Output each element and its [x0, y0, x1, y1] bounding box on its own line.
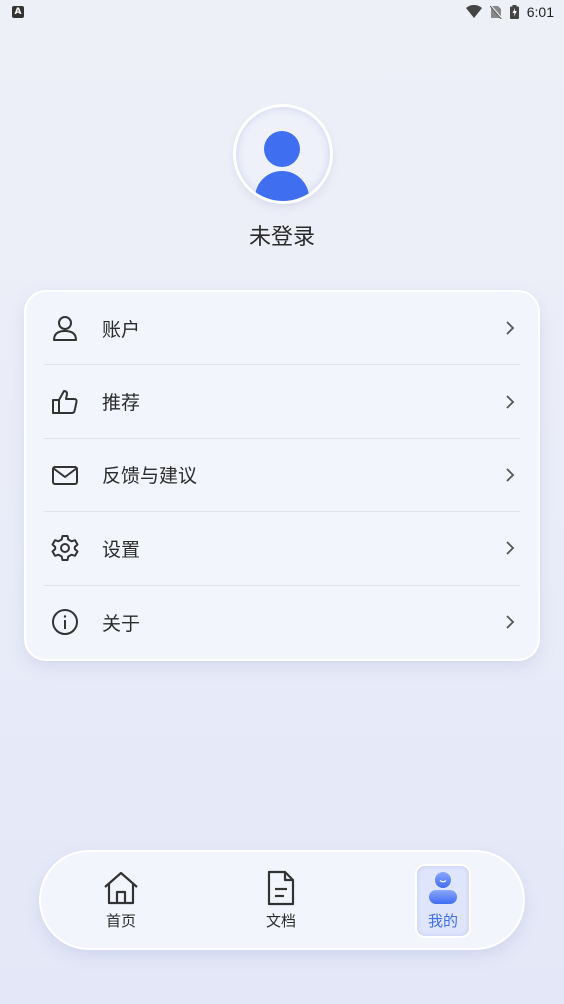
- wifi-icon: [465, 5, 482, 18]
- notification-icon: A: [12, 6, 24, 18]
- menu-item-feedback[interactable]: 反馈与建议: [44, 439, 520, 513]
- chevron-right-icon: [506, 321, 515, 335]
- battery-icon: [509, 5, 519, 19]
- info-icon: [50, 607, 80, 637]
- avatar-body: [255, 171, 309, 201]
- menu-label-feedback: 反馈与建议: [102, 465, 198, 488]
- bottom-navigation: 首页 文档 我的: [41, 852, 523, 948]
- menu-label-account: 账户: [102, 318, 141, 341]
- menu-item-recommend[interactable]: 推荐: [44, 365, 520, 439]
- status-bar: A 6:01: [0, 0, 564, 24]
- menu-label-recommend: 推荐: [102, 392, 141, 415]
- user-icon: [50, 313, 80, 343]
- nav-item-mine[interactable]: 我的: [403, 852, 483, 948]
- nav-item-documents[interactable]: 文档: [241, 852, 321, 948]
- thumbs-up-icon: [50, 387, 80, 417]
- username-label[interactable]: 未登录: [0, 219, 564, 251]
- nav-label-mine: 我的: [427, 911, 458, 930]
- home-icon: [104, 871, 138, 904]
- menu-label-about: 关于: [102, 612, 141, 635]
- chevron-right-icon: [506, 615, 515, 629]
- no-sim-icon: [489, 5, 502, 19]
- profile-icon: [429, 871, 457, 904]
- avatar-head: [264, 131, 300, 167]
- chevron-right-icon: [506, 541, 515, 555]
- chevron-right-icon: [506, 394, 515, 409]
- menu-item-about[interactable]: 关于: [44, 586, 520, 659]
- menu-item-settings[interactable]: 设置: [44, 512, 520, 586]
- settings-menu: 账户 推荐 反馈与建议 设置 关于: [26, 292, 538, 659]
- menu-label-settings: 设置: [102, 538, 141, 561]
- nav-label-home: 首页: [105, 911, 136, 930]
- avatar[interactable]: [236, 107, 330, 201]
- document-icon: [267, 870, 295, 905]
- mail-icon: [50, 460, 80, 490]
- nav-label-documents: 文档: [265, 911, 296, 930]
- nav-item-home[interactable]: 首页: [81, 852, 161, 948]
- gear-icon: [50, 533, 80, 563]
- menu-item-account[interactable]: 账户: [44, 292, 520, 366]
- status-time: 6:01: [526, 4, 554, 20]
- chevron-right-icon: [506, 468, 515, 482]
